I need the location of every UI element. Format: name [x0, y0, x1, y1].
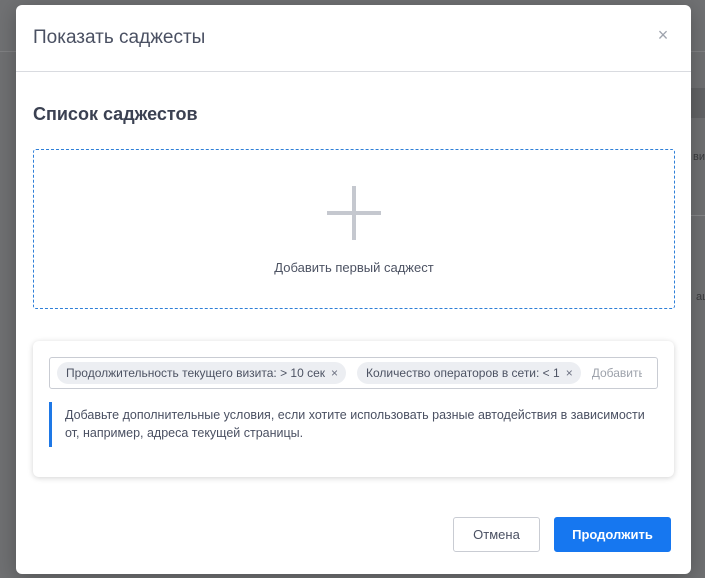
suggest-list-title: Список саджестов: [33, 104, 198, 124]
add-condition-input[interactable]: [591, 366, 642, 380]
modal-title: Показать саджесты: [33, 27, 206, 48]
tag-remove-icon[interactable]: ×: [566, 366, 573, 380]
condition-tag-label: Количество операторов в сети: < 1: [366, 366, 560, 380]
add-first-suggest-label: Добавить первый саджест: [274, 260, 434, 275]
continue-button[interactable]: Продолжить: [554, 517, 671, 552]
conditions-tag-input[interactable]: Продолжительность текущего визита: > 10 …: [49, 357, 658, 389]
plus-icon: [327, 186, 381, 240]
close-icon[interactable]: ×: [655, 26, 671, 44]
add-first-suggest-button[interactable]: Добавить первый саджест: [33, 149, 675, 309]
condition-tag: Продолжительность текущего визита: > 10 …: [57, 362, 347, 384]
modal-header: Показать саджесты ×: [16, 5, 691, 72]
background-text-fragment: ац: [696, 291, 705, 303]
condition-tag-label: Продолжительность текущего визита: > 10 …: [66, 366, 326, 380]
tag-remove-icon[interactable]: ×: [331, 366, 338, 380]
show-suggests-modal: Показать саджесты × Список саджестов Доб…: [16, 5, 691, 574]
conditions-card: Продолжительность текущего визита: > 10 …: [33, 341, 674, 477]
cancel-button[interactable]: Отмена: [453, 517, 540, 552]
condition-tag: Количество операторов в сети: < 1 ×: [357, 362, 581, 384]
conditions-hint: Добавьте дополнительные условия, если хо…: [49, 402, 658, 447]
background-text-fragment: вид: [693, 151, 705, 163]
